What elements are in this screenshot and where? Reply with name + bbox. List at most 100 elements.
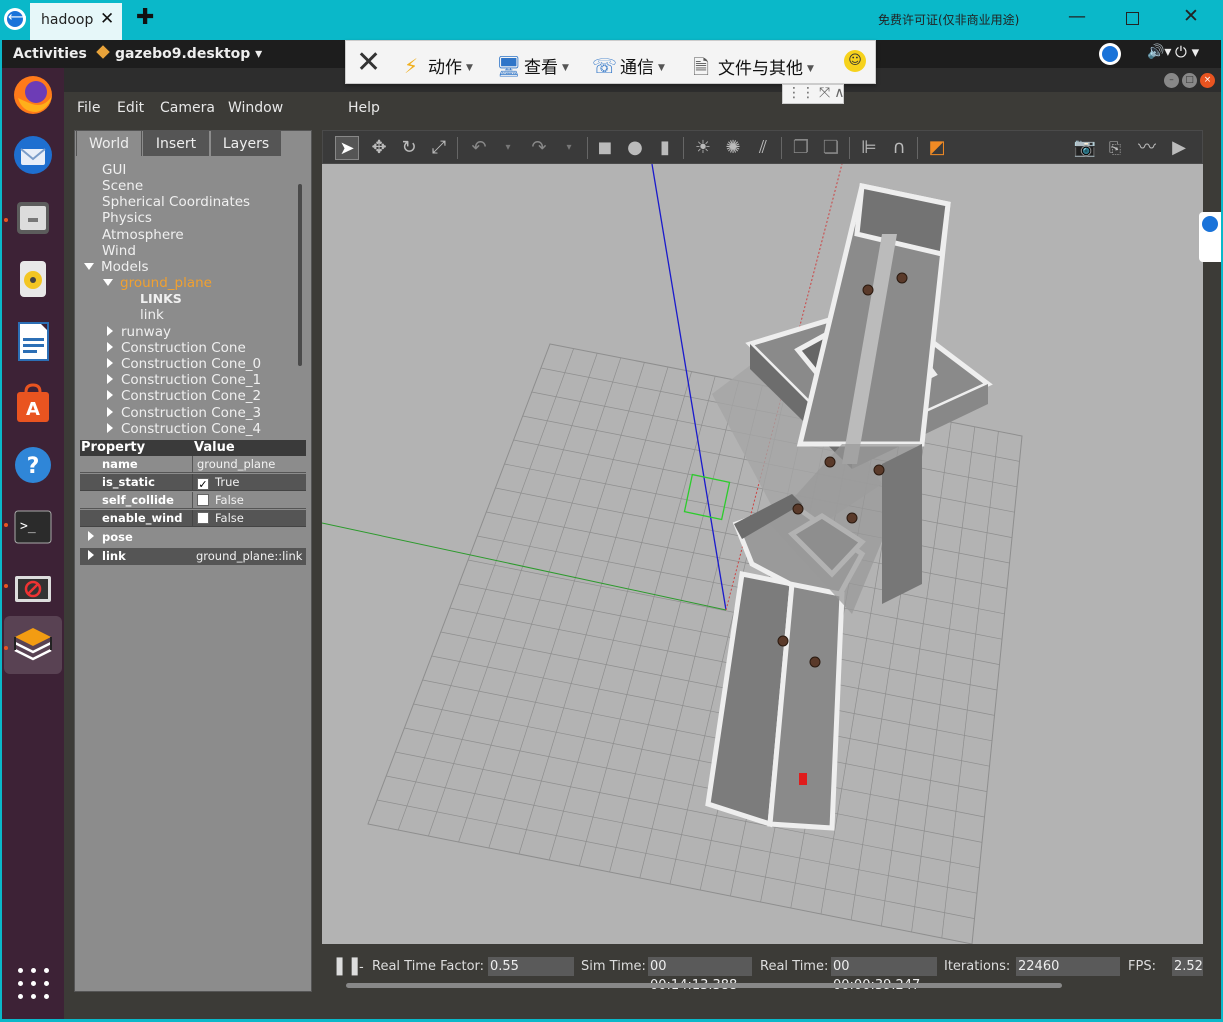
sphere-shape-icon[interactable]: ● <box>623 136 647 160</box>
tree-item-gui[interactable]: GUI <box>102 162 126 178</box>
tree-item-wind[interactable]: Wind <box>102 243 136 259</box>
snap-icon[interactable]: ∩ <box>887 136 911 160</box>
tree-item-model[interactable]: Construction Cone_4 <box>107 421 261 436</box>
tree-item-ground-plane[interactable]: ground_plane <box>103 275 212 291</box>
expand-icon[interactable] <box>88 531 94 541</box>
table-row[interactable]: link ground_plane::link <box>80 548 306 565</box>
undo-icon[interactable]: ↶ <box>467 136 491 160</box>
tree-item-model[interactable]: Construction Cone_0 <box>107 356 261 372</box>
expand-icon[interactable] <box>88 550 94 560</box>
teamviewer-tray-icon[interactable] <box>1099 43 1121 65</box>
paste-icon[interactable]: ❏ <box>819 136 843 160</box>
collapse-icon[interactable] <box>107 407 113 417</box>
video-record-icon[interactable]: ▶ <box>1167 136 1191 160</box>
tree-item-models[interactable]: Models <box>84 259 149 275</box>
window-maximize-button[interactable]: □ <box>1182 73 1197 88</box>
tree-item-model[interactable]: Construction Cone_1 <box>107 372 261 388</box>
table-row[interactable]: pose <box>80 529 306 546</box>
tree-item-model[interactable]: runway <box>107 324 171 340</box>
box-shape-icon[interactable]: ◼ <box>593 136 617 160</box>
teamviewer-side-tab[interactable] <box>1199 212 1221 262</box>
step-indicator[interactable]: - <box>359 960 364 975</box>
teamviewer-session-tab[interactable]: hadoop ✕ <box>30 3 122 40</box>
fullscreen-icon[interactable]: ⤧ <box>819 85 830 101</box>
menu-help[interactable]: Help <box>348 100 380 116</box>
tree-item-physics[interactable]: Physics <box>102 210 152 226</box>
tree-item-link[interactable]: link <box>140 307 164 323</box>
rhythmbox-icon[interactable] <box>12 258 54 300</box>
tree-item-atmosphere[interactable]: Atmosphere <box>102 227 184 243</box>
toolbar-handle[interactable]: ⋮⋮ ⤧ ∧ <box>782 84 844 104</box>
collapse-icon[interactable] <box>107 423 113 433</box>
copy-icon[interactable]: ❐ <box>789 136 813 160</box>
self-collide-checkbox[interactable] <box>197 494 209 506</box>
collapse-icon[interactable] <box>107 390 113 400</box>
directional-light-icon[interactable]: ⫽ <box>751 136 775 160</box>
view-menu[interactable]: 🖥 查看 ▼ <box>496 53 569 78</box>
writer-icon[interactable] <box>12 320 54 362</box>
screenshot-icon[interactable]: 📷 <box>1073 136 1097 160</box>
tab-insert[interactable]: Insert <box>143 130 209 156</box>
redo-icon[interactable]: ↷ <box>527 136 551 160</box>
select-mode-icon[interactable]: ➤ <box>335 136 359 160</box>
collapse-icon[interactable] <box>107 374 113 384</box>
thunderbird-icon[interactable] <box>12 134 54 176</box>
tree-item-spherical[interactable]: Spherical Coordinates <box>102 194 250 210</box>
maximize-button[interactable] <box>1126 12 1139 25</box>
tab-world[interactable]: World <box>76 130 142 156</box>
status-scrollbar[interactable] <box>346 983 1062 988</box>
collapse-icon[interactable] <box>107 342 113 352</box>
redo-history-icon[interactable]: ▾ <box>557 136 581 160</box>
gazebo-dock-icon[interactable] <box>12 624 54 666</box>
pause-button[interactable]: ❚❚ <box>332 955 362 976</box>
feedback-smiley-icon[interactable]: ☺ <box>844 50 866 72</box>
power-icon[interactable]: ⏻ ▾ <box>1175 43 1199 61</box>
terminal-icon[interactable]: >_ <box>12 506 54 548</box>
scene-viewport[interactable] <box>322 164 1203 944</box>
actions-menu[interactable]: ⚡ 动作 ▼ <box>400 53 473 78</box>
expand-icon[interactable] <box>103 279 113 286</box>
collapse-icon[interactable] <box>107 358 113 368</box>
firefox-icon[interactable] <box>12 74 54 116</box>
communicate-menu[interactable]: ☏ 通信 ▼ <box>592 53 665 78</box>
undo-history-icon[interactable]: ▾ <box>496 136 520 160</box>
scale-mode-icon[interactable]: ⤢ <box>427 136 451 160</box>
cylinder-shape-icon[interactable]: ▮ <box>653 136 677 160</box>
tree-item-model[interactable]: Construction Cone_3 <box>107 405 261 421</box>
minimize-button[interactable]: — <box>1068 6 1086 27</box>
menu-camera[interactable]: Camera <box>160 100 215 116</box>
tab-layers[interactable]: Layers <box>211 130 281 156</box>
files-menu[interactable]: 🗎 文件与其他 ▼ <box>690 53 814 87</box>
close-tab-icon[interactable]: ✕ <box>100 9 114 29</box>
activities-button[interactable]: Activities <box>13 46 87 62</box>
log-icon[interactable]: ⎘ <box>1103 136 1127 160</box>
new-tab-icon[interactable]: ✚ <box>136 5 154 30</box>
show-applications-icon[interactable] <box>18 968 50 1000</box>
plot-icon[interactable]: 〰 <box>1135 136 1159 160</box>
collapse-toolbar-icon[interactable]: ∧ <box>834 85 844 101</box>
tree-item-model[interactable]: Construction Cone <box>107 340 246 356</box>
translate-mode-icon[interactable]: ✥ <box>367 136 391 160</box>
collapse-icon[interactable] <box>107 326 113 336</box>
software-center-icon[interactable]: A <box>12 382 54 424</box>
menu-window[interactable]: Window <box>228 100 283 116</box>
enable-wind-checkbox[interactable] <box>197 512 209 524</box>
menu-file[interactable]: File <box>77 100 100 116</box>
system-monitor-icon[interactable] <box>12 568 54 610</box>
tree-scrollbar[interactable] <box>298 184 302 366</box>
end-session-button[interactable]: ✕ <box>356 45 381 80</box>
align-icon[interactable]: ⊫ <box>857 136 881 160</box>
files-icon[interactable] <box>12 196 54 238</box>
volume-icon[interactable]: 🔊▾ <box>1147 44 1171 60</box>
tree-item-scene[interactable]: Scene <box>102 178 143 194</box>
tree-item-model[interactable]: Construction Cone_2 <box>107 388 261 404</box>
rotate-mode-icon[interactable]: ↻ <box>397 136 421 160</box>
help-icon[interactable]: ? <box>12 444 54 486</box>
expand-icon[interactable] <box>84 263 94 270</box>
spot-light-icon[interactable]: ✺ <box>721 136 745 160</box>
app-menu[interactable]: gazebo9.desktop ▾ <box>96 45 262 62</box>
close-window-button[interactable]: ✕ <box>1183 5 1199 27</box>
point-light-icon[interactable]: ☀ <box>691 136 715 160</box>
menu-edit[interactable]: Edit <box>117 100 144 116</box>
is-static-checkbox[interactable]: ✓ <box>197 478 209 490</box>
